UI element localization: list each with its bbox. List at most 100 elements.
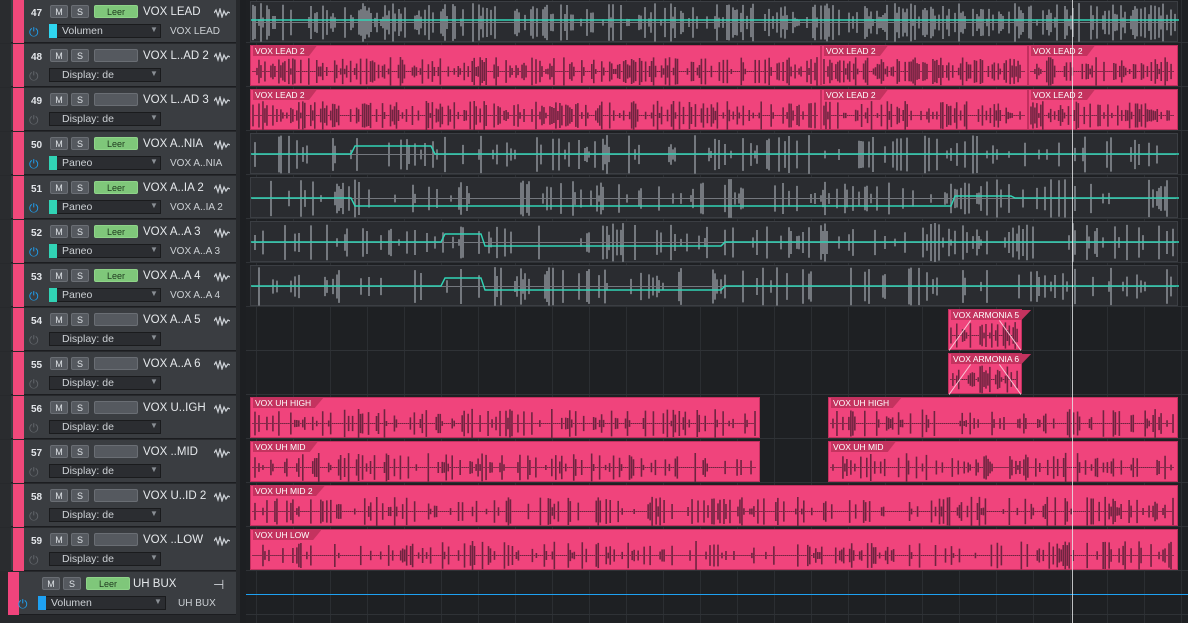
chevron-down-icon[interactable]: ▼	[150, 465, 158, 474]
automation-parameter[interactable]: Display: de	[62, 113, 114, 125]
track-header[interactable]: 55 M S VOX A..A 6 ⏻ Display: de ▼	[0, 352, 236, 395]
solo-button[interactable]: S	[63, 577, 81, 590]
track-name[interactable]: VOX L..AD 2	[143, 50, 209, 62]
power-icon[interactable]: ⏻	[29, 157, 39, 172]
automation-parameter[interactable]: Paneo	[62, 289, 92, 301]
track-name[interactable]: VOX U..IGH	[143, 402, 206, 414]
mute-button[interactable]: M	[50, 357, 68, 370]
solo-button[interactable]: S	[71, 489, 89, 502]
mute-button[interactable]: M	[50, 225, 68, 238]
solo-button[interactable]: S	[71, 5, 89, 18]
chevron-down-icon[interactable]: ▼	[150, 509, 158, 518]
track-lane[interactable]	[246, 308, 1188, 351]
power-icon[interactable]: ⏻	[29, 421, 39, 436]
track-name[interactable]: VOX ..MID	[143, 446, 198, 458]
audio-clip[interactable]	[250, 265, 1179, 306]
track-header[interactable]: 47 M S Leer VOX LEAD ⏻ Volumen ▼ VOX LEAD	[0, 0, 236, 43]
audio-clip[interactable]	[250, 221, 1179, 262]
power-icon[interactable]: ⏻	[29, 245, 39, 260]
audio-clip[interactable]: VOX UH HIGH	[828, 397, 1178, 438]
solo-button[interactable]: S	[71, 313, 89, 326]
solo-button[interactable]: S	[71, 181, 89, 194]
automation-parameter[interactable]: Display: de	[62, 69, 114, 81]
mute-button[interactable]: M	[50, 269, 68, 282]
read-automation-button[interactable]: Leer	[94, 5, 138, 18]
mute-button[interactable]: M	[50, 49, 68, 62]
track-header[interactable]: 54 M S VOX A..A 5 ⏻ Display: de ▼	[0, 308, 236, 351]
audio-clip[interactable]: VOX UH LOW	[250, 529, 1178, 571]
audio-clip[interactable]: VOX LEAD 2	[821, 45, 1028, 86]
power-icon[interactable]: ⏻	[29, 113, 39, 128]
power-icon[interactable]: ⏻	[29, 69, 39, 84]
track-name[interactable]: VOX A..A 5	[143, 314, 201, 326]
automation-parameter[interactable]: Display: de	[62, 421, 114, 433]
read-automation-button[interactable]	[94, 533, 138, 546]
track-name[interactable]: VOX A..A 3	[143, 226, 201, 238]
audio-clip[interactable]: VOX ARMONIA 6	[948, 353, 1032, 395]
mute-button[interactable]: M	[50, 5, 68, 18]
track-header[interactable]: 50 M S Leer VOX A..NIA ⏻ Paneo ▼ VOX A..NIA	[0, 132, 236, 175]
chevron-down-icon[interactable]: ▼	[150, 245, 158, 254]
solo-button[interactable]: S	[71, 269, 89, 282]
track-name[interactable]: VOX ..LOW	[143, 534, 203, 546]
read-automation-button[interactable]	[94, 93, 138, 106]
track-header[interactable]: 48 M S VOX L..AD 2 ⏻ Display: de ▼	[0, 44, 236, 87]
automation-parameter[interactable]: Display: de	[62, 333, 114, 345]
track-lane[interactable]	[246, 352, 1188, 395]
track-name[interactable]: VOX LEAD	[143, 6, 201, 18]
power-icon[interactable]: ⏻	[29, 553, 39, 568]
automation-parameter[interactable]: Paneo	[62, 201, 92, 213]
power-icon[interactable]: ⏻	[29, 465, 39, 480]
audio-clip[interactable]: VOX LEAD 2	[821, 89, 1028, 130]
mute-button[interactable]: M	[50, 401, 68, 414]
read-automation-button[interactable]: Leer	[94, 269, 138, 282]
solo-button[interactable]: S	[71, 49, 89, 62]
solo-button[interactable]: S	[71, 93, 89, 106]
chevron-down-icon[interactable]: ▼	[150, 553, 158, 562]
mute-button[interactable]: M	[50, 445, 68, 458]
read-automation-button[interactable]	[94, 357, 138, 370]
power-icon[interactable]: ⏻	[29, 25, 39, 40]
track-header[interactable]: 49 M S VOX L..AD 3 ⏻ Display: de ▼	[0, 88, 236, 131]
automation-parameter[interactable]: Display: de	[62, 465, 114, 477]
automation-parameter[interactable]: Display: de	[62, 377, 114, 389]
audio-clip[interactable]: VOX UH HIGH	[250, 397, 760, 439]
power-icon[interactable]: ⏻	[18, 597, 28, 612]
track-header[interactable]: 57 M S VOX ..MID ⏻ Display: de ▼	[0, 440, 236, 483]
track-name[interactable]: UH BUX	[133, 578, 176, 590]
audio-clip[interactable]	[250, 133, 1179, 174]
mute-button[interactable]: M	[50, 489, 68, 502]
chevron-down-icon[interactable]: ▼	[150, 289, 158, 298]
track-header[interactable]: 53 M S Leer VOX A..A 4 ⏻ Paneo ▼ VOX A..A 4	[0, 264, 236, 307]
audio-clip[interactable]: VOX UH MID	[828, 441, 1178, 483]
chevron-down-icon[interactable]: ▼	[150, 201, 158, 210]
audio-clip[interactable]: VOX LEAD 2	[250, 89, 821, 131]
chevron-down-icon[interactable]: ▼	[150, 25, 158, 34]
audio-clip[interactable]: VOX LEAD 2	[250, 45, 821, 86]
audio-clip[interactable]: VOX ARMONIA 5	[948, 309, 1032, 351]
automation-parameter[interactable]: Display: de	[62, 553, 114, 565]
track-name[interactable]: VOX L..AD 3	[143, 94, 209, 106]
automation-parameter[interactable]: Paneo	[62, 245, 92, 257]
track-name[interactable]: VOX U..ID 2	[143, 490, 206, 502]
audio-clip[interactable]: VOX UH MID 2	[250, 485, 1178, 527]
audio-clip[interactable]	[250, 177, 1179, 218]
chevron-down-icon[interactable]: ▼	[150, 69, 158, 78]
mute-button[interactable]: M	[50, 137, 68, 150]
solo-button[interactable]: S	[71, 225, 89, 238]
track-header[interactable]: 56 M S VOX U..IGH ⏻ Display: de ▼	[0, 396, 236, 439]
chevron-down-icon[interactable]: ▼	[150, 333, 158, 342]
read-automation-button[interactable]: Leer	[94, 181, 138, 194]
track-header[interactable]: 58 M S VOX U..ID 2 ⏻ Display: de ▼	[0, 484, 236, 527]
read-automation-button[interactable]: Leer	[86, 577, 130, 590]
chevron-down-icon[interactable]: ▼	[154, 597, 162, 606]
automation-parameter[interactable]: Paneo	[62, 157, 92, 169]
power-icon[interactable]: ⏻	[29, 509, 39, 524]
audio-clip[interactable]: VOX LEAD 2	[1028, 45, 1178, 86]
chevron-down-icon[interactable]: ▼	[150, 377, 158, 386]
audio-clip[interactable]: VOX LEAD 2	[1028, 89, 1178, 130]
bus-track-header[interactable]: M S Leer UH BUX ⊣ ⏻ Volumen ▼ UH BUX	[8, 572, 236, 615]
read-automation-button[interactable]	[94, 49, 138, 62]
solo-button[interactable]: S	[71, 533, 89, 546]
track-name[interactable]: VOX A..IA 2	[143, 182, 204, 194]
